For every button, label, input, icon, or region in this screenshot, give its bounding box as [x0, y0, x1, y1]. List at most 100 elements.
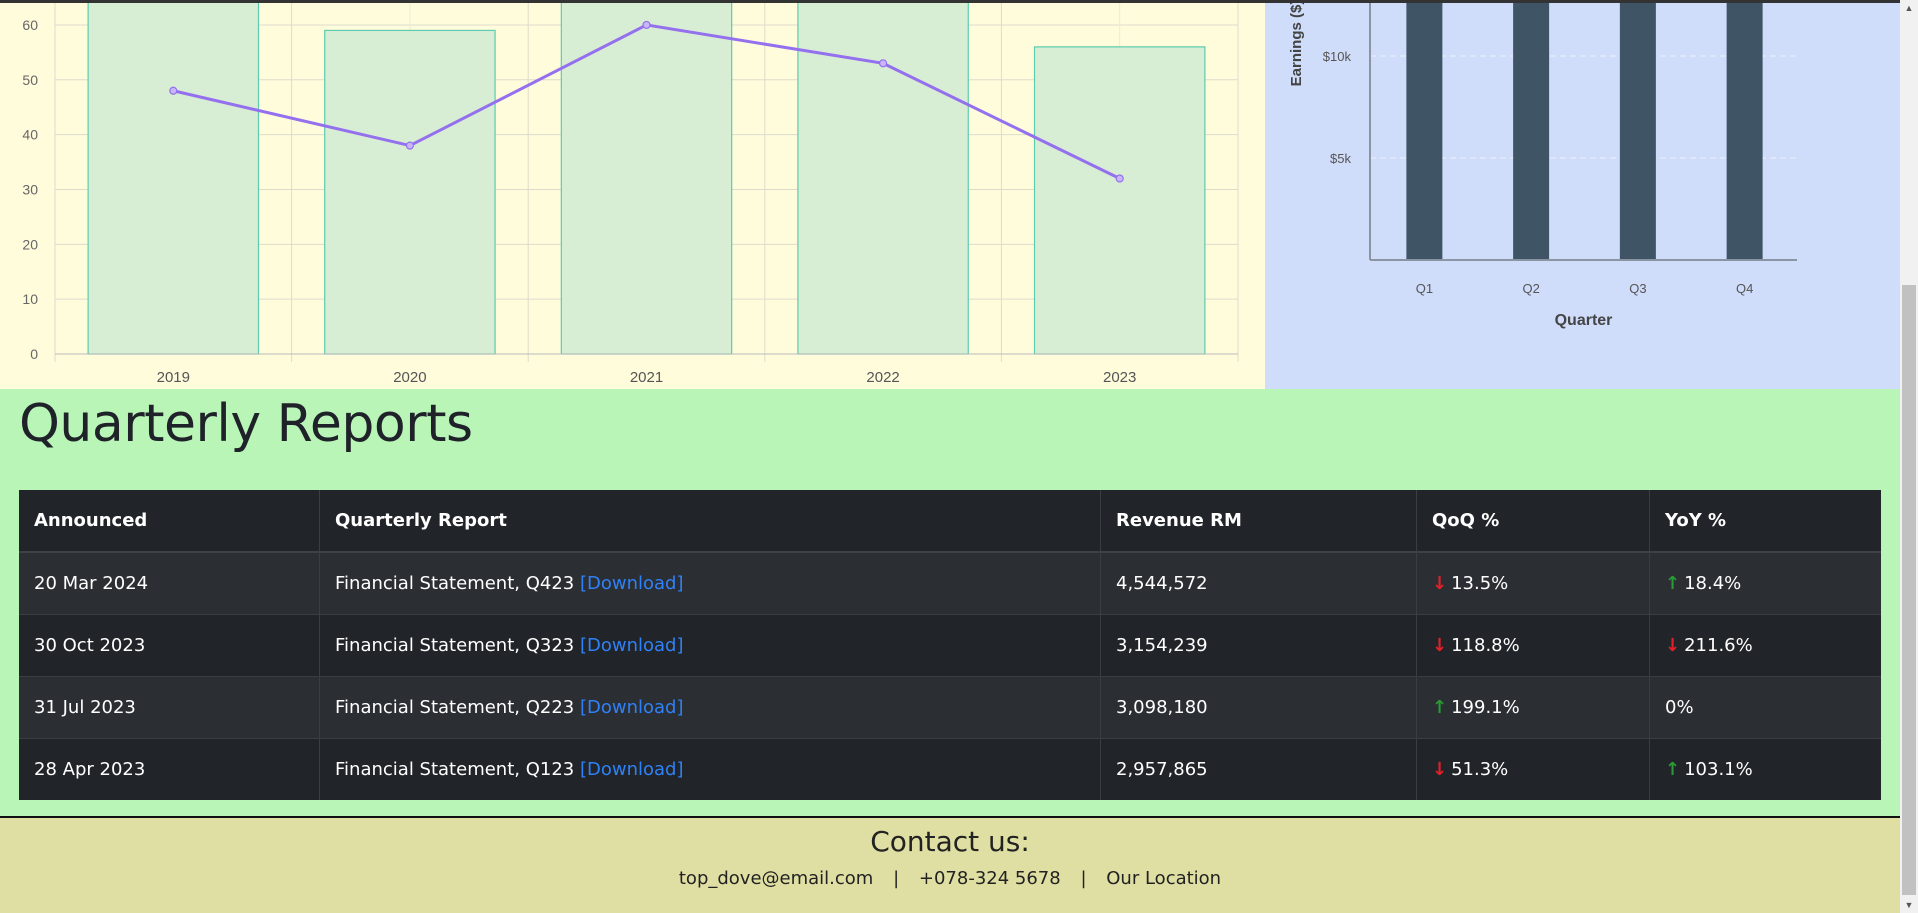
x-tick-label: Q1: [1416, 281, 1433, 296]
y-tick-label: 10: [22, 291, 38, 307]
y-tick-label: 20: [22, 236, 38, 252]
report-name: Financial Statement, Q423: [335, 573, 575, 594]
table-row: 30 Oct 2023 Financial Statement, Q323 [Do…: [19, 614, 1882, 677]
yoy-value: 0%: [1665, 697, 1694, 718]
download-link[interactable]: [Download]: [580, 697, 684, 718]
bar: [87, 3, 260, 355]
arrow-down-icon: ↓: [1432, 573, 1448, 594]
column-header: Announced: [19, 490, 320, 552]
contact-location-link[interactable]: Our Location: [1106, 868, 1221, 889]
yoy-cell: ↑ 18.4%: [1650, 552, 1882, 615]
data-point: [878, 59, 888, 68]
qoq-value: 51.3%: [1451, 759, 1509, 780]
section-title: Quarterly Reports: [19, 394, 473, 454]
x-tick-label: 2019: [157, 369, 190, 386]
x-tick-label: Q4: [1736, 281, 1753, 296]
contact-email[interactable]: top_dove@email.com: [679, 868, 873, 889]
y-tick-label: 0: [30, 346, 38, 362]
report-name: Financial Statement, Q123: [335, 759, 575, 780]
qoq-value: 13.5%: [1451, 573, 1509, 594]
download-link[interactable]: [Download]: [580, 573, 684, 594]
arrow-down-icon: ↓: [1665, 635, 1681, 656]
yearly-chart: 0 10 20 30 40 50 60 2019 2020 2021 2022 2023: [22, 3, 1239, 386]
arrow-up-icon: ↑: [1665, 759, 1681, 780]
qoq-cell: ↓ 13.5%: [1416, 552, 1650, 615]
contact-footer: Contact us: top_dove@email.com | +078-32…: [0, 816, 1900, 913]
y-tick-label: 50: [22, 72, 38, 88]
x-tick-label: 2022: [866, 369, 899, 386]
revenue-value: 3,098,180: [1100, 676, 1417, 739]
announced-date: 30 Oct 2023: [19, 614, 320, 677]
bar: [1406, 3, 1443, 260]
y-tick-label: 40: [22, 127, 38, 143]
bar: [1726, 3, 1763, 260]
vertical-scrollbar[interactable]: ▲ ▼: [1900, 0, 1918, 913]
table-row: 28 Apr 2023 Financial Statement, Q123 [Do…: [19, 738, 1882, 801]
table-header-row: Announced Quarterly Report Revenue RM Qo…: [19, 490, 1881, 552]
y-tick-label: 30: [22, 181, 38, 197]
yoy-cell: 0%: [1650, 677, 1882, 739]
bar: [797, 3, 969, 355]
arrow-down-icon: ↓: [1432, 635, 1448, 656]
yearly-chart-panel: 0 10 20 30 40 50 60 2019 2020 2021 2022 2023: [0, 3, 1265, 389]
scroll-up-arrow-icon[interactable]: ▲: [1900, 0, 1918, 16]
qoq-cell: ↓ 118.8%: [1416, 614, 1650, 677]
announced-date: 20 Mar 2024: [19, 552, 320, 615]
scroll-down-arrow-icon[interactable]: ▼: [1900, 897, 1918, 913]
data-point: [169, 86, 178, 95]
contact-line: top_dove@email.com | +078-324 5678 | Our…: [0, 868, 1900, 889]
data-point: [405, 141, 414, 150]
quarterly-earnings-chart-panel: $5k $10k Q1 Q2 Q3 Q4 Quarter Earnings ($): [1265, 3, 1900, 389]
bar: [324, 29, 496, 355]
qoq-value: 118.8%: [1451, 635, 1520, 656]
arrow-up-icon: ↑: [1432, 697, 1448, 718]
bar: [1033, 46, 1206, 355]
y-tick-label: 60: [22, 17, 38, 33]
report-name: Financial Statement, Q223: [335, 697, 575, 718]
x-tick-label: Q2: [1522, 281, 1539, 296]
qoq-cell: ↓ 51.3%: [1416, 738, 1650, 800]
arrow-down-icon: ↓: [1432, 759, 1448, 780]
x-axis-label: Quarter: [1555, 312, 1613, 329]
quarterly-reports-section: Quarterly Reports Announced Quarterly Re…: [0, 389, 1900, 816]
contact-title: Contact us:: [870, 825, 1030, 858]
data-point: [642, 20, 651, 30]
table-row: 20 Mar 2024 Financial Statement, Q423 [Do…: [19, 552, 1881, 615]
separator: |: [1080, 868, 1087, 889]
x-tick-label: Q3: [1629, 281, 1646, 296]
reports-table: Announced Quarterly Report Revenue RM Qo…: [19, 490, 1881, 800]
announced-date: 28 Apr 2023: [19, 738, 320, 800]
table-row: 31 Jul 2023 Financial Statement, Q223 [Do…: [19, 676, 1882, 739]
download-link[interactable]: [Download]: [580, 635, 684, 656]
revenue-value: 3,154,239: [1100, 614, 1417, 677]
column-header: YoY %: [1665, 510, 1727, 531]
report-cell: Financial Statement, Q323 [Download]: [319, 614, 1101, 677]
bar: [1513, 3, 1550, 260]
y-tick-label: $5k: [1330, 151, 1351, 166]
y-tick-label: $10k: [1323, 49, 1352, 64]
yoy-value: 18.4%: [1684, 573, 1742, 594]
y-axis-label: Earnings ($): [1288, 3, 1305, 86]
report-name: Financial Statement, Q323: [335, 635, 575, 656]
column-header: Quarterly Report: [319, 490, 1101, 552]
yoy-value: 103.1%: [1684, 759, 1753, 780]
separator: |: [893, 868, 900, 889]
x-tick-label: 2021: [630, 369, 663, 386]
scrollbar-thumb[interactable]: [1902, 285, 1916, 895]
x-tick-label: 2023: [1103, 369, 1136, 386]
bar: [1619, 3, 1656, 260]
arrow-up-icon: ↑: [1665, 573, 1681, 594]
report-cell: Financial Statement, Q423 [Download]: [319, 552, 1101, 615]
yoy-cell: ↓ 211.6%: [1650, 615, 1882, 677]
revenue-value: 2,957,865: [1100, 738, 1417, 800]
x-tick-label: 2020: [393, 369, 426, 386]
download-link[interactable]: [Download]: [580, 759, 684, 780]
announced-date: 31 Jul 2023: [19, 676, 320, 739]
qoq-cell: ↑ 199.1%: [1416, 676, 1650, 739]
contact-phone[interactable]: +078-324 5678: [919, 868, 1061, 889]
yoy-cell: ↑ 103.1%: [1650, 739, 1882, 801]
report-cell: Financial Statement, Q223 [Download]: [319, 676, 1101, 739]
yoy-value: 211.6%: [1684, 635, 1753, 656]
qoq-value: 199.1%: [1451, 697, 1520, 718]
data-point: [1115, 174, 1124, 183]
